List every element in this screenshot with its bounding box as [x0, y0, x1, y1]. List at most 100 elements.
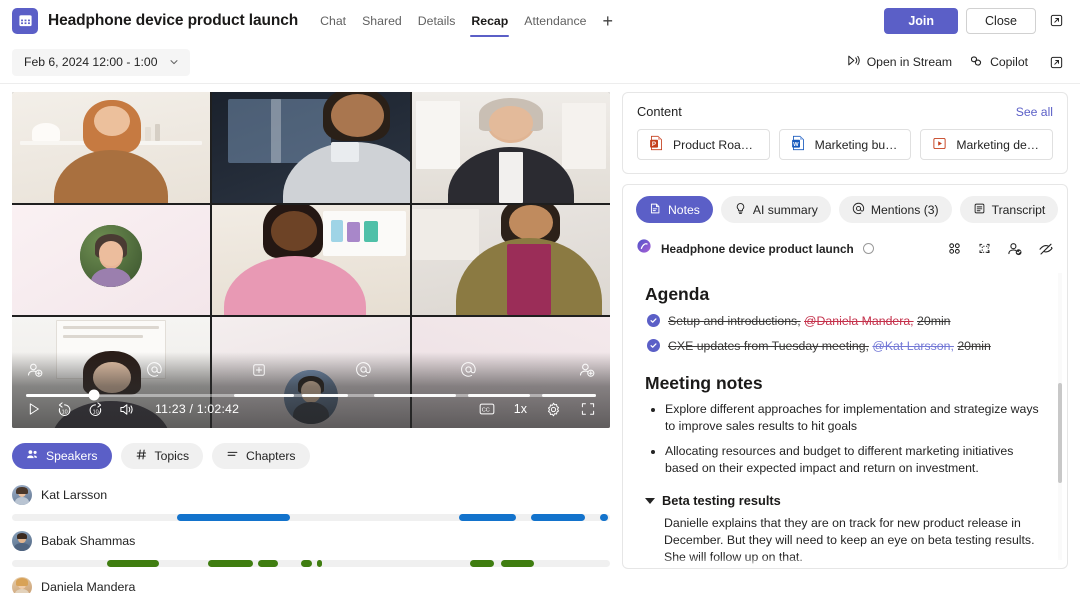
mention-icon[interactable] — [146, 361, 163, 383]
speaker-row-babak-shammas[interactable]: Babak Shammas — [12, 529, 610, 567]
top-bar: Headphone device product launch Chat Sha… — [0, 0, 1080, 41]
open-in-stream-button[interactable]: Open in Stream — [846, 53, 952, 71]
tab-transcript[interactable]: Transcript — [960, 196, 1059, 223]
agenda-item-duration: 20min — [957, 339, 991, 353]
open-in-new-window-icon[interactable] — [1044, 9, 1068, 33]
teams-calendar-icon — [12, 8, 38, 34]
closed-captions-icon[interactable]: CC — [478, 400, 496, 418]
tab-notes-label: Notes — [668, 203, 700, 217]
video-right-controls: CC 1x — [478, 400, 596, 418]
close-button[interactable]: Close — [966, 8, 1036, 34]
notes-document[interactable]: Agenda Setup and introductions, @Daniela… — [623, 278, 1067, 568]
agenda-item-2[interactable]: CXE updates from Tuesday meeting, @Kat L… — [647, 338, 1047, 354]
list-icon — [226, 448, 239, 464]
tab-recap[interactable]: Recap — [463, 11, 516, 31]
agenda-item-text: Setup and introductions, — [668, 314, 801, 328]
copy-icon[interactable] — [977, 241, 992, 256]
avatar — [80, 225, 142, 287]
avatar — [12, 577, 32, 593]
content-card: Content See all P Product Roadmap... — [622, 92, 1068, 174]
file-label: Marketing demo... — [956, 138, 1041, 152]
chip-topics[interactable]: Topics — [121, 443, 204, 469]
play-icon[interactable] — [26, 401, 42, 417]
settings-gear-icon[interactable] — [545, 401, 562, 418]
open-in-new-window-icon[interactable] — [1044, 50, 1068, 74]
video-player[interactable]: 10 10 — [12, 92, 610, 428]
fullscreen-icon[interactable] — [580, 401, 596, 417]
tab-attendance[interactable]: Attendance — [516, 11, 594, 31]
mention-icon[interactable] — [355, 361, 372, 383]
recording-panel: 10 10 — [12, 92, 610, 593]
tab-mentions[interactable]: Mentions (3) — [839, 196, 952, 223]
add-person-icon[interactable] — [26, 361, 44, 384]
date-range-selector[interactable]: Feb 6, 2024 12:00 - 1:00 — [12, 49, 190, 76]
loop-icon — [636, 238, 652, 259]
participant-tile-2[interactable] — [212, 92, 410, 203]
meeting-notes-heading: Meeting notes — [645, 373, 1047, 394]
add-tab-button[interactable]: + — [602, 12, 613, 30]
speaker-row-daniela-mandera[interactable]: Daniela Mandera — [12, 575, 610, 593]
mention-icon[interactable] — [460, 361, 477, 383]
tab-chat[interactable]: Chat — [312, 11, 354, 31]
agenda-item-1[interactable]: Setup and introductions, @Daniela Mander… — [647, 313, 1047, 329]
speaker-activity-track[interactable] — [12, 560, 610, 567]
participant-tile-6[interactable] — [412, 205, 610, 316]
chip-speakers[interactable]: Speakers — [12, 443, 112, 469]
participant-tile-3[interactable] — [412, 92, 610, 203]
participant-tile-4[interactable] — [12, 205, 210, 316]
loop-actions — [947, 241, 1054, 257]
open-in-stream-label: Open in Stream — [867, 55, 952, 69]
speaker-activity-track[interactable] — [12, 514, 610, 521]
chevron-down-icon — [168, 56, 180, 68]
notes-scrollbar-thumb[interactable] — [1058, 383, 1062, 483]
participant-tile-1[interactable] — [12, 92, 210, 203]
mention-daniela-mandera[interactable]: @Daniela Mandera, — [804, 314, 914, 328]
file-chip-marketing-demo[interactable]: Marketing demo... — [920, 129, 1053, 160]
playback-speed-button[interactable]: 1x — [514, 402, 527, 416]
avatar — [12, 485, 32, 505]
tab-details[interactable]: Details — [410, 11, 464, 31]
notes-card: Notes AI summary — [622, 184, 1068, 569]
checkbox-checked-icon[interactable] — [647, 339, 660, 352]
speaker-row-kat-larsson[interactable]: Kat Larsson — [12, 483, 610, 521]
share-people-icon[interactable] — [1007, 241, 1023, 257]
date-range-label: Feb 6, 2024 12:00 - 1:00 — [24, 55, 158, 69]
file-chip-marketing-budget[interactable]: W Marketing budget... — [779, 129, 912, 160]
notes-tabs: Notes AI summary — [623, 185, 1067, 234]
word-file-icon: W — [791, 135, 806, 154]
tab-notes[interactable]: Notes — [636, 196, 713, 223]
participant-tile-5[interactable] — [212, 205, 410, 316]
hide-eye-icon[interactable] — [1038, 241, 1054, 257]
copilot-button[interactable]: Copilot — [968, 53, 1028, 72]
section-beta-testing-results[interactable]: Beta testing results — [645, 493, 1047, 508]
chevron-down-icon[interactable] — [645, 498, 655, 504]
apps-grid-icon[interactable] — [947, 241, 962, 256]
chip-chapters-label: Chapters — [246, 449, 295, 463]
see-all-link[interactable]: See all — [1016, 105, 1053, 119]
meeting-notes-bullet: Explore different approaches for impleme… — [665, 401, 1047, 435]
file-chip-product-roadmap[interactable]: P Product Roadmap... — [637, 129, 770, 160]
copilot-icon — [968, 53, 984, 72]
volume-icon[interactable] — [118, 401, 135, 418]
mention-kat-larsson[interactable]: @Kat Larsson, — [872, 339, 954, 353]
powerpoint-file-icon: P — [649, 135, 664, 154]
add-person-icon[interactable] — [578, 361, 596, 384]
add-content-icon[interactable] — [251, 362, 267, 383]
recap-side-panel: Content See all P Product Roadmap... — [622, 92, 1068, 569]
tab-ai-summary[interactable]: AI summary — [721, 196, 831, 223]
forward-10-icon[interactable]: 10 — [87, 401, 104, 418]
copilot-label: Copilot — [990, 55, 1028, 69]
agenda-item-duration: 20min — [917, 314, 951, 328]
loop-title: Headphone device product launch — [661, 242, 854, 256]
rewind-10-icon[interactable]: 10 — [56, 401, 73, 418]
tab-shared[interactable]: Shared — [354, 11, 410, 31]
svg-text:W: W — [793, 142, 799, 148]
join-button[interactable]: Join — [884, 8, 958, 34]
svg-text:10: 10 — [93, 409, 99, 415]
fade-overlay — [624, 557, 1060, 567]
tab-ai-summary-label: AI summary — [753, 203, 818, 217]
chip-chapters[interactable]: Chapters — [212, 443, 309, 469]
lightbulb-icon — [734, 202, 747, 218]
checkbox-checked-icon[interactable] — [647, 314, 660, 327]
saving-circle-icon — [863, 243, 874, 254]
